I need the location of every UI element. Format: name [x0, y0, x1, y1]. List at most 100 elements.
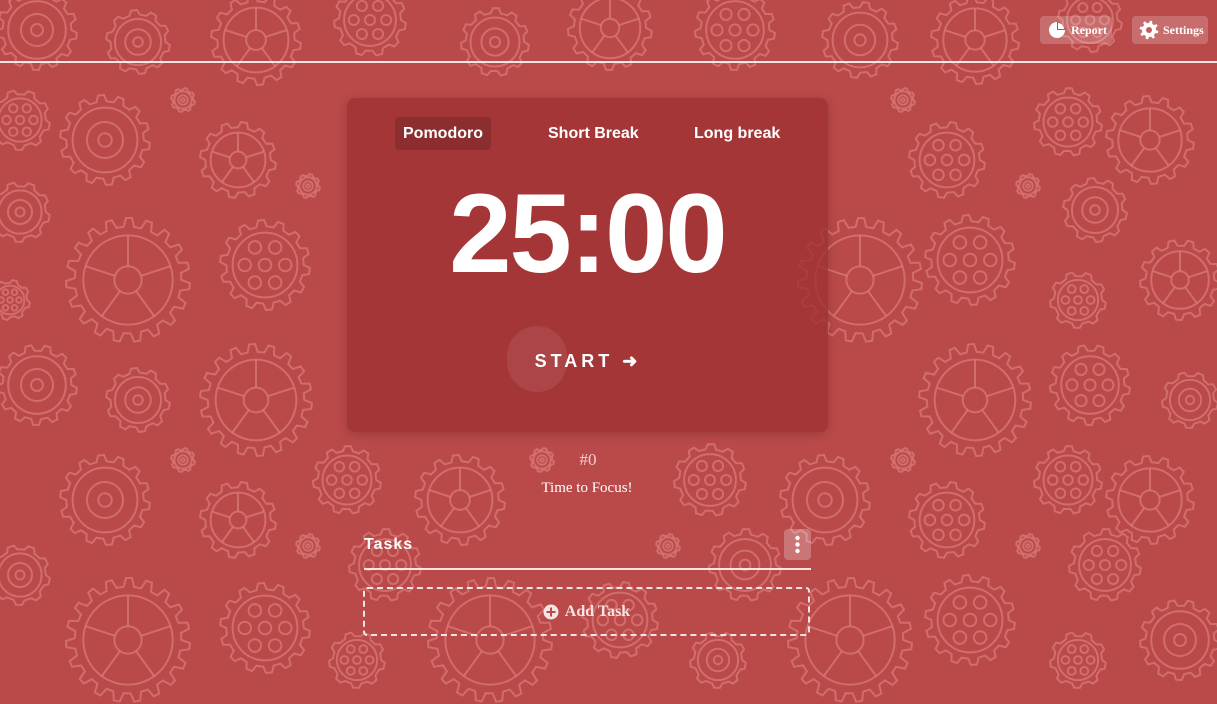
gear-decoration [1018, 536, 1038, 556]
gear-decoration [257, 620, 273, 636]
report-button[interactable]: Report [1040, 16, 1112, 44]
gear-decoration [333, 487, 346, 500]
gear-decoration [962, 252, 978, 268]
gear-decoration [14, 206, 26, 218]
gear-decoration [387, 572, 400, 586]
gear-decoration [737, 38, 751, 53]
gear-decoration [363, 13, 377, 27]
gear-decoration [325, 474, 338, 486]
gear-decoration [28, 114, 39, 126]
gear-decoration [936, 226, 1004, 294]
gear-decoration [231, 231, 299, 299]
gear-decoration [1069, 102, 1082, 115]
gear-decoration [835, 625, 865, 655]
gear-decoration [1046, 474, 1059, 486]
gear-decoration [228, 510, 248, 530]
gear-decoration [364, 655, 375, 665]
tab-short-break[interactable]: Short Break [540, 117, 647, 150]
gear-decoration [348, 460, 361, 473]
gear-decoration [242, 166, 255, 183]
gear-decoration [618, 17, 640, 27]
gear-decoration [440, 507, 455, 527]
gear-decoration [21, 103, 32, 114]
timer-card: Pomodoro Short Break Long break 25:00 ST… [347, 98, 828, 432]
gear-decoration [952, 235, 968, 250]
gear-decoration [380, 13, 393, 27]
gear-decoration [972, 235, 988, 250]
gear-decoration [1, 114, 12, 126]
gear-decoration [1158, 489, 1181, 498]
gear-decoration [488, 35, 502, 49]
gear-decoration [1066, 284, 1077, 295]
add-task-button[interactable]: Add Task [363, 587, 810, 636]
gear-decoration [71, 106, 139, 174]
gear-decoration [1092, 393, 1106, 408]
gear-decoration [277, 257, 293, 273]
gear-decoration [335, 638, 379, 682]
gear-decoration [806, 481, 844, 519]
gear-decoration [972, 270, 988, 285]
gear-decoration [228, 150, 248, 170]
gear-decoration [173, 450, 193, 470]
pie-chart-icon [1047, 20, 1067, 40]
gear-decoration [1079, 644, 1090, 655]
gear-decoration [705, 647, 731, 673]
gear-decoration [372, 0, 385, 13]
gear-decoration [10, 303, 19, 312]
gear-decoration [1070, 185, 1120, 235]
gear-decoration [262, 409, 281, 434]
settings-button[interactable]: Settings [1132, 16, 1208, 44]
gear-decoration [845, 265, 875, 295]
tab-long-break[interactable]: Long break [686, 117, 788, 150]
gear-decoration [719, 38, 733, 53]
gear-decoration [370, 572, 383, 586]
gear-decoration [345, 644, 356, 655]
gear-decoration [236, 47, 251, 67]
gear-decoration [267, 638, 283, 653]
gear-decoration [358, 644, 369, 655]
gear-decoration [302, 540, 314, 552]
tasks-heading: Tasks [364, 536, 414, 553]
gear-decoration [245, 29, 267, 51]
gear-decoration [932, 168, 945, 182]
gear-decoration [8, 103, 19, 114]
gear-decoration [124, 386, 152, 414]
gear-decoration [113, 375, 163, 425]
gear-decoration [1154, 507, 1170, 527]
gear-decoration [703, 473, 717, 487]
gear-decoration [712, 459, 725, 473]
gear-decoration [6, 296, 14, 304]
gear-decoration [1056, 638, 1100, 682]
gear-decoration [242, 386, 270, 414]
gear-decoration [539, 457, 545, 463]
gear-decoration [1162, 286, 1176, 304]
gear-decoration [695, 487, 708, 501]
gear-decoration [135, 650, 156, 677]
gear-decoration [321, 454, 373, 506]
gear-decoration [211, 510, 231, 519]
start-button[interactable]: START ➜ [533, 344, 643, 378]
gear-decoration [1025, 543, 1031, 549]
gear-decoration [949, 528, 962, 542]
gear-decoration [1078, 538, 1132, 592]
gear-decoration [1092, 362, 1106, 377]
gear-decoration [242, 526, 255, 543]
tasks-menu-button[interactable] [784, 529, 811, 560]
gear-decoration [347, 13, 360, 27]
tab-pomodoro[interactable]: Pomodoro [395, 117, 491, 150]
gear-decoration [932, 528, 945, 542]
gear-decoration [7, 199, 33, 225]
gear-decoration [1022, 180, 1034, 192]
gear-decoration [305, 183, 311, 189]
gear-decoration [897, 94, 909, 106]
gear-decoration [1042, 96, 1094, 148]
gear-decoration [952, 270, 968, 285]
gear-decoration [1069, 129, 1082, 142]
gear-decoration [15, 296, 23, 304]
gear-decoration [962, 612, 978, 628]
tasks-divider [364, 568, 811, 570]
gear-decoration [1066, 644, 1077, 655]
gear-decoration [1054, 460, 1067, 473]
gear-decoration [1091, 2, 1103, 14]
gear-decoration [257, 257, 273, 273]
